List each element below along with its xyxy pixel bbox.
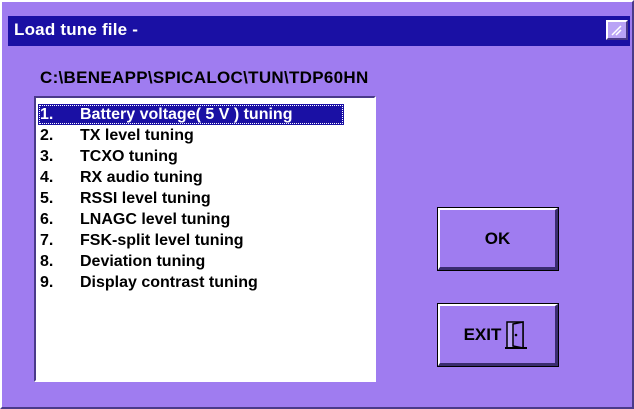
list-item[interactable]: 1. Battery voltage( 5 V ) tuning bbox=[38, 104, 344, 125]
list-item[interactable]: 9. Display contrast tuning bbox=[38, 272, 344, 293]
list-item[interactable]: 4. RX audio tuning bbox=[38, 167, 344, 188]
tune-list[interactable]: 1. Battery voltage( 5 V ) tuning 2. TX l… bbox=[34, 96, 376, 382]
list-item-label: Display contrast tuning bbox=[80, 274, 258, 291]
ok-button[interactable]: OK bbox=[437, 207, 559, 271]
list-item-label: FSK-split level tuning bbox=[80, 232, 244, 249]
list-item-label: RSSI level tuning bbox=[80, 190, 211, 207]
list-item[interactable]: 3. TCXO tuning bbox=[38, 146, 344, 167]
list-item-label: Deviation tuning bbox=[80, 253, 206, 270]
list-item-number: 1. bbox=[40, 106, 54, 123]
title-bar[interactable]: Load tune file - bbox=[8, 16, 630, 46]
door-exit-icon bbox=[505, 320, 531, 350]
load-tune-dialog: Load tune file - C:\BENEAPP\SPICALOC\TUN… bbox=[0, 0, 634, 409]
list-item-number: 6. bbox=[40, 211, 54, 228]
list-item-label: TCXO tuning bbox=[80, 148, 178, 165]
window-title: Load tune file - bbox=[14, 20, 139, 39]
list-item-number: 7. bbox=[40, 232, 54, 249]
list-item-number: 4. bbox=[40, 169, 54, 186]
list-item-number: 2. bbox=[40, 127, 54, 144]
list-item[interactable]: 7. FSK-split level tuning bbox=[38, 230, 344, 251]
list-item[interactable]: 5. RSSI level tuning bbox=[38, 188, 344, 209]
list-item-label: Battery voltage( 5 V ) tuning bbox=[80, 106, 293, 123]
list-item-label: RX audio tuning bbox=[80, 169, 203, 186]
exit-button[interactable]: EXIT bbox=[437, 303, 559, 367]
list-item[interactable]: 8. Deviation tuning bbox=[38, 251, 344, 272]
list-item-label: LNAGC level tuning bbox=[80, 211, 231, 228]
ok-button-label: OK bbox=[484, 228, 511, 248]
file-path-label: C:\BENEAPP\SPICALOC\TUN\TDP60HN bbox=[40, 68, 369, 87]
list-item-number: 9. bbox=[40, 274, 54, 291]
list-item-number: 5. bbox=[40, 190, 54, 207]
resize-icon[interactable] bbox=[606, 20, 628, 40]
list-item-number: 3. bbox=[40, 148, 54, 165]
list-item-label: TX level tuning bbox=[80, 127, 194, 144]
exit-button-label: EXIT bbox=[463, 324, 502, 344]
list-item-number: 8. bbox=[40, 253, 54, 270]
list-item[interactable]: 2. TX level tuning bbox=[38, 125, 344, 146]
list-item[interactable]: 6. LNAGC level tuning bbox=[38, 209, 344, 230]
